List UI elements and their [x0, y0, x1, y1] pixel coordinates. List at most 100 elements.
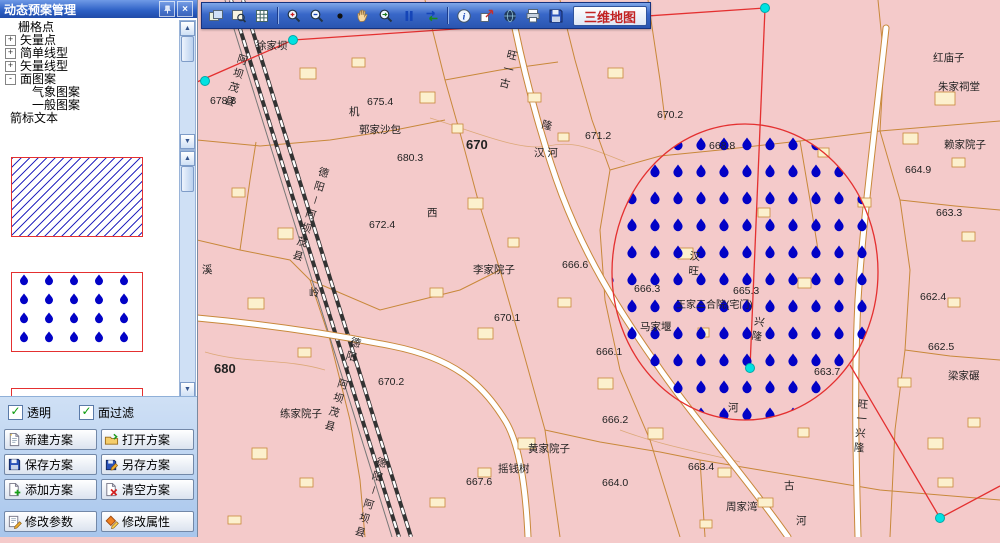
- zoom-in-button[interactable]: [283, 5, 305, 26]
- area-filter-checkbox[interactable]: ✓ 面过滤: [79, 404, 134, 421]
- button-label: 新建方案: [25, 431, 73, 448]
- edit-props-button[interactable]: 修改属性: [101, 511, 194, 532]
- grid-icon: [254, 8, 270, 24]
- checkbox-label: 透明: [27, 404, 51, 421]
- open-plan-button[interactable]: 打开方案: [101, 429, 194, 450]
- pause-icon: [401, 8, 417, 24]
- zoom-previous-button[interactable]: [375, 5, 397, 26]
- plan-manager-panel: 动态预案管理 × 栅格点+矢量点+简单线型+矢量线型-面图案气象图案一般图案箭标…: [0, 0, 198, 537]
- print-icon: [525, 8, 541, 24]
- zoom-out-button[interactable]: [306, 5, 328, 26]
- map-canvas: [197, 0, 1000, 537]
- button-label: 清空方案: [122, 481, 170, 498]
- transparent-checkbox[interactable]: ✓ 透明: [8, 404, 51, 421]
- tree-item[interactable]: 箭标文本: [2, 112, 180, 125]
- checkbox-row: ✓ 透明 ✓ 面过滤: [0, 397, 197, 421]
- save-plan-icon: [7, 457, 22, 472]
- preview-scrollbar[interactable]: ▲ ▼: [179, 150, 196, 398]
- map-area[interactable]: [197, 0, 1000, 537]
- edit-props-icon: [104, 514, 119, 529]
- svg-text:i: i: [463, 12, 466, 22]
- save-map-button[interactable]: [545, 5, 567, 26]
- swap-layers-button[interactable]: [421, 5, 443, 26]
- clear-plan-icon: [104, 482, 119, 497]
- vertex-handle[interactable]: [201, 77, 210, 86]
- vertex-handle[interactable]: [746, 364, 755, 373]
- pattern-tree: 栅格点+矢量点+简单线型+矢量线型-面图案气象图案一般图案箭标文本: [2, 21, 180, 147]
- scroll-down-arrow[interactable]: ▼: [180, 382, 195, 397]
- save-plan-button[interactable]: 保存方案: [4, 454, 97, 475]
- scroll-up-arrow[interactable]: ▲: [180, 151, 195, 166]
- info-icon: i: [456, 8, 472, 24]
- save-icon: [548, 8, 564, 24]
- center-dot-icon: [332, 8, 348, 24]
- pause-button[interactable]: [398, 5, 420, 26]
- open-map-button[interactable]: [205, 5, 227, 26]
- map-toolbar: i 三维地图: [201, 2, 651, 29]
- open-map-icon: [208, 8, 224, 24]
- add-plan-button[interactable]: 添加方案: [4, 479, 97, 500]
- panel-title: 动态预案管理: [4, 1, 76, 18]
- scroll-thumb[interactable]: [181, 36, 194, 62]
- export-icon: [479, 8, 495, 24]
- export-button[interactable]: [476, 5, 498, 26]
- panel-title-bar[interactable]: 动态预案管理 ×: [0, 0, 197, 18]
- globe-icon: [502, 8, 518, 24]
- vertex-handle[interactable]: [761, 4, 770, 13]
- vertex-handle[interactable]: [289, 36, 298, 45]
- tree-scrollbar[interactable]: ▲ ▼: [179, 20, 196, 150]
- button-label: 保存方案: [25, 456, 73, 473]
- zoom-out-icon: [309, 8, 325, 24]
- new-plan-icon: [7, 432, 22, 447]
- scroll-up-arrow[interactable]: ▲: [180, 21, 195, 36]
- close-icon[interactable]: ×: [177, 1, 193, 17]
- edit-params-icon: [7, 514, 22, 529]
- edit-params-button[interactable]: 修改参数: [4, 511, 97, 532]
- drop-pattern-swatch: [12, 273, 140, 349]
- pin-icon[interactable]: [159, 1, 175, 17]
- info-button[interactable]: i: [453, 5, 475, 26]
- toolbar-separator: [277, 7, 279, 24]
- zoom-in-icon: [286, 8, 302, 24]
- view-map-button[interactable]: [228, 5, 250, 26]
- tree-item[interactable]: 气象图案: [2, 86, 180, 99]
- button-label: 添加方案: [25, 481, 73, 498]
- zoom-prev-icon: [378, 8, 394, 24]
- drop-pattern-preview[interactable]: [11, 272, 143, 352]
- web-map-button[interactable]: [499, 5, 521, 26]
- tree-item[interactable]: -面图案: [2, 73, 180, 86]
- swap-icon: [424, 8, 440, 24]
- tree-item-label: 箭标文本: [10, 112, 58, 125]
- checkbox-box[interactable]: ✓: [79, 405, 94, 420]
- print-button[interactable]: [522, 5, 544, 26]
- button-label: 修改属性: [122, 513, 170, 530]
- open-plan-icon: [104, 432, 119, 447]
- button-label: 打开方案: [122, 431, 170, 448]
- grid-button[interactable]: [251, 5, 273, 26]
- vertex-handle[interactable]: [936, 514, 945, 523]
- scroll-down-arrow[interactable]: ▼: [180, 134, 195, 149]
- expand-icon[interactable]: +: [5, 35, 16, 46]
- pin-icon: [163, 5, 172, 14]
- saveas-plan-button[interactable]: 另存方案: [101, 454, 194, 475]
- new-plan-button[interactable]: 新建方案: [4, 429, 97, 450]
- plan-button-grid: 新建方案 打开方案保存方案 另存方案添加方案 清空方案修改参数 修改属性: [0, 421, 197, 532]
- center-point-button[interactable]: [329, 5, 351, 26]
- button-label: 修改参数: [25, 513, 73, 530]
- add-plan-icon: [7, 482, 22, 497]
- expand-icon[interactable]: +: [5, 61, 16, 72]
- collapse-icon[interactable]: -: [5, 74, 16, 85]
- checkbox-box[interactable]: ✓: [8, 405, 23, 420]
- expand-icon[interactable]: +: [5, 48, 16, 59]
- pan-button[interactable]: [352, 5, 374, 26]
- map-3d-button[interactable]: 三维地图: [573, 6, 647, 26]
- pattern-fill-region[interactable]: [612, 124, 878, 420]
- scroll-thumb[interactable]: [181, 166, 194, 192]
- checkbox-label: 面过滤: [98, 404, 134, 421]
- view-map-icon: [231, 8, 247, 24]
- toolbar-separator: [447, 7, 449, 24]
- plan-controls: ✓ 透明 ✓ 面过滤 新建方案 打开方案保存方案 另存方案添加方案 清空方案修改参数 修改属性: [0, 396, 197, 537]
- hatch-pattern-preview[interactable]: [11, 157, 143, 237]
- clear-plan-button[interactable]: 清空方案: [101, 479, 194, 500]
- pan-hand-icon: [355, 8, 371, 24]
